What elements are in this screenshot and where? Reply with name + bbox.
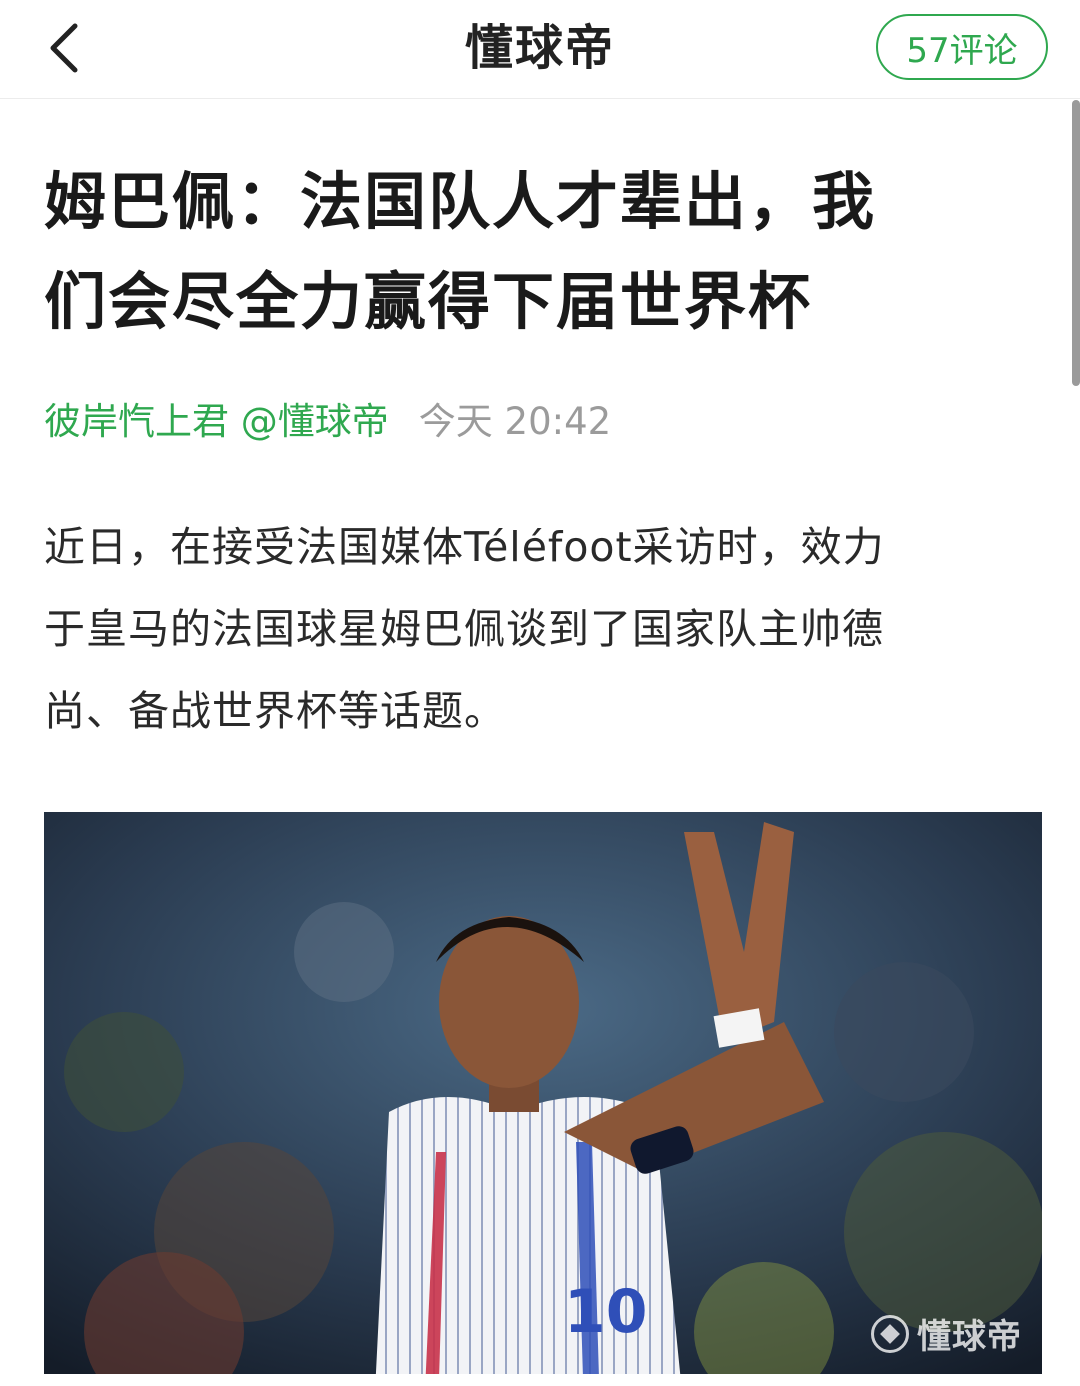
article-body-paragraph: 近日，在接受法国媒体Téléfoot采访时，效力 于皇马的法国球星姆巴佩谈到了国… [44,506,1044,752]
article-meta: 彼岸忾上君 @懂球帝 今天 20:42 [44,392,611,452]
article-photo[interactable]: 10 懂球帝 [44,812,1042,1374]
article-title-line-2: 们会尽全力赢得下届世界杯 [44,265,813,338]
comments-button[interactable]: 57评论 [876,14,1048,80]
scrollbar[interactable] [1072,100,1080,386]
player-photo-illustration: 10 [44,812,1042,1374]
photo-watermark: 懂球帝 [871,1309,1022,1358]
article-title: 姆巴佩：法国队人才辈出，我 们会尽全力赢得下届世界杯 [44,152,1024,352]
body-line-3: 尚、备战世界杯等话题。 [44,687,506,735]
football-logo-icon [871,1314,909,1353]
body-line-2: 于皇马的法国球星姆巴佩谈到了国家队主帅德 [44,605,884,653]
author-link[interactable]: 彼岸忾上君 @懂球帝 [44,400,389,443]
photo-watermark-text: 懂球帝 [917,1317,1022,1357]
article-title-line-1: 姆巴佩：法国队人才辈出，我 [44,165,877,238]
body-line-1: 近日，在接受法国媒体Téléfoot采访时，效力 [44,523,885,571]
article-page: 懂球帝 57评论 姆巴佩：法国队人才辈出，我 们会尽全力赢得下届世界杯 彼岸忾上… [0,0,1080,1386]
jersey-number: 10 [564,1277,648,1347]
publish-time: 今天 20:42 [418,400,612,443]
top-navigation-bar: 懂球帝 57评论 [0,0,1080,99]
